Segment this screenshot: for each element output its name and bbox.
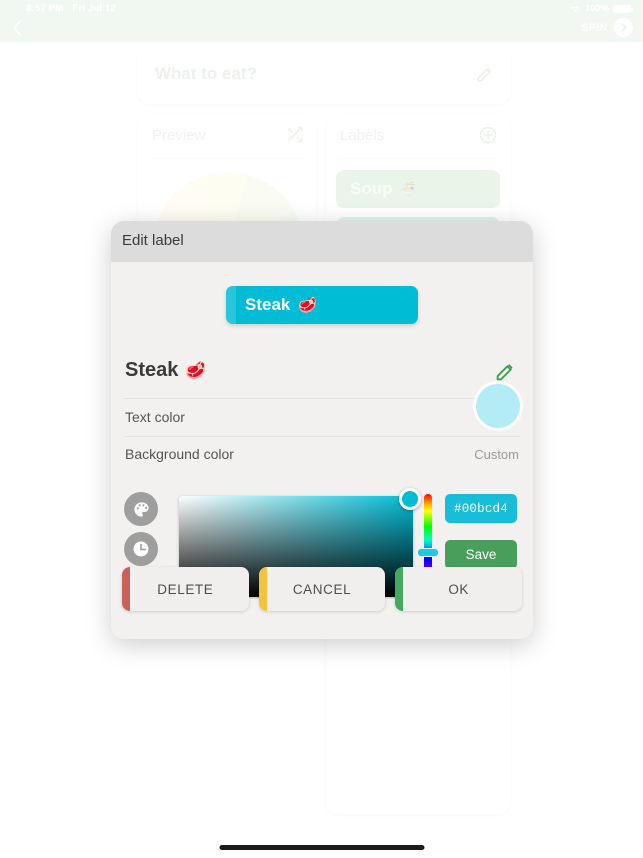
dialog-title: Edit label <box>122 232 184 249</box>
button-accent-bar <box>122 567 130 611</box>
text-color-swatch[interactable] <box>476 384 520 428</box>
divider-2 <box>124 436 520 437</box>
button-label: DELETE <box>157 581 214 597</box>
text-color-row[interactable]: Text color <box>111 384 533 436</box>
home-indicator <box>219 845 424 850</box>
text-color-label: Text color <box>125 409 185 425</box>
background-color-label: Background color <box>125 446 234 462</box>
background-color-value: Custom <box>474 447 519 462</box>
screen: What to eat? Preview SushiBurritoPizzaBu… <box>0 0 643 858</box>
chip-text: Steak <box>245 295 291 314</box>
preview-chip-wrap: Steak 🥩 <box>111 286 533 324</box>
dialog-action-buttons: DELETE CANCEL OK <box>122 567 523 611</box>
divider-1 <box>124 398 520 399</box>
button-accent-bar <box>258 567 267 611</box>
dialog-body: Steak 🥩 Steak 🥩 Text color Background co… <box>111 262 533 606</box>
palette-icon[interactable] <box>124 492 158 526</box>
ok-button[interactable]: OK <box>395 567 523 611</box>
label-name-text: Steak 🥩 <box>125 359 207 382</box>
dialog-header: Edit label <box>111 221 533 262</box>
button-label: OK <box>448 581 470 597</box>
button-label: CANCEL <box>292 581 352 597</box>
edit-label-dialog: Edit label Steak 🥩 Steak 🥩 Text color Ba… <box>111 221 533 639</box>
dialog-footer: DELETE CANCEL OK <box>111 567 533 639</box>
chip-edge <box>226 286 236 324</box>
button-accent-bar <box>395 567 404 611</box>
delete-button[interactable]: DELETE <box>122 567 249 611</box>
label-name-value: Steak <box>125 359 179 381</box>
label-preview-chip: Steak 🥩 <box>226 286 418 324</box>
label-name-emoji: 🥩 <box>185 361 207 380</box>
history-clock-icon[interactable] <box>124 532 158 566</box>
chip-emoji: 🥩 <box>298 297 318 314</box>
cancel-button[interactable]: CANCEL <box>258 567 386 611</box>
hue-slider-thumb[interactable] <box>417 548 439 557</box>
background-color-row[interactable]: Background color Custom <box>111 438 533 473</box>
hex-value-field[interactable]: #00bcd4 <box>445 494 517 523</box>
label-name-row[interactable]: Steak 🥩 <box>111 347 533 399</box>
save-button[interactable]: Save <box>445 540 517 569</box>
saturation-thumb[interactable] <box>399 488 421 510</box>
